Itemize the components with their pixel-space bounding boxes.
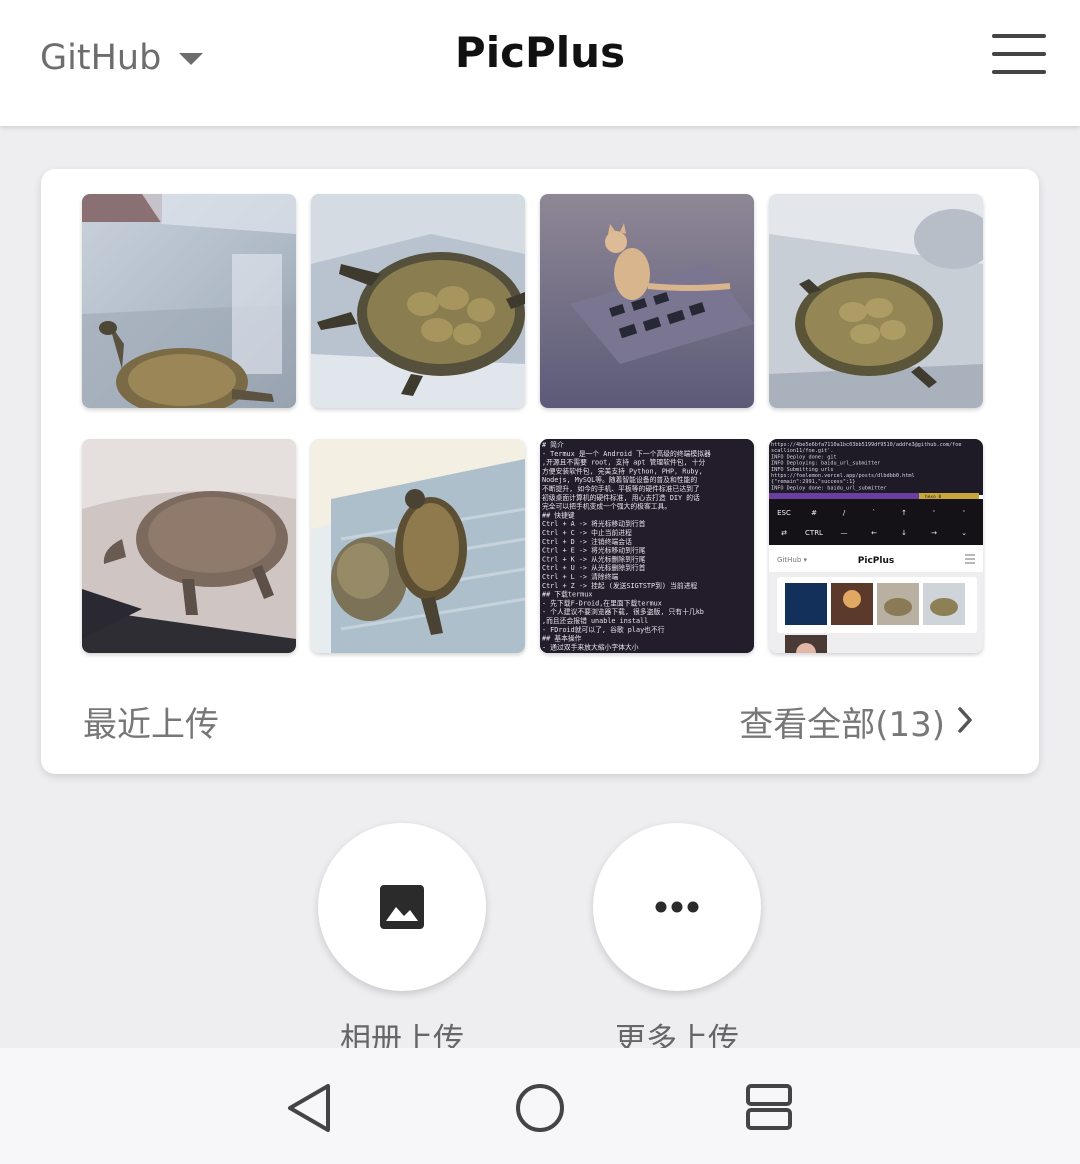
termux-log-line: INFO Deploy done: baidu_url_submitter [771,485,887,491]
more-dots-icon [655,901,699,913]
termux-note-line: Ctrl + A -> 将光标移动到行首 [542,519,646,528]
termux-log-line: https://4be5e6bfa7110a1bc03bb5199df9510/… [771,442,962,448]
photo-thumbnail[interactable]: # 简介 - Termux 是一个 Android 下一个高级的终端模拟器 ,开源且… [540,439,754,653]
termux-note-line: 完全可以把手机变成一个强大的极客工具。 [542,502,671,511]
termux-log-line: scallion11/foe.git'. [771,448,833,454]
termux-extra-key: — [841,529,848,537]
recent-uploads-label: 最近上传 [83,705,219,745]
termux-extra-key: → [931,529,937,537]
termux-note-line: 初级桌面计算机的硬件标准, 用心去打造 DIY 的话 [542,493,700,502]
termux-note-line: ,而且还会报错 unable install [542,616,648,625]
termux-extra-key: ⌄ [961,529,967,537]
chevron-right-icon[interactable] [955,705,975,735]
termux-extra-key: ↑ [901,509,907,517]
termux-note-line: - FDroid就可以了, 谷歌 play也不行 [542,625,665,634]
termux-extra-key: ↓ [901,529,907,537]
termux-picplus-screenshot: https://4be5e6bfa7110a1bc03bb5199df9510/… [769,439,983,653]
termux-extra-key: ` [872,509,876,517]
view-all-label: 查看全部(13) [739,705,945,745]
back-triangle-icon[interactable] [284,1082,334,1134]
view-all-link[interactable]: 查看全部(13) [739,697,945,746]
system-navigation-bar [0,1048,1080,1164]
photo-thumbnail[interactable] [769,194,983,408]
termux-note-line: 方便安装软件包, 完美支持 Python, PHP, Ruby, [542,466,703,475]
termux-extra-key: ⇄ [781,529,787,537]
app-bar: GitHub PicPlus [0,0,1080,126]
turtle-in-basin-photo [769,194,983,408]
termux-note-line: - 个人建议不要浏览器下载, 很多盗版, 只有十几kb [542,607,704,616]
termux-note-line: Ctrl + U -> 从光标删除到行首 [542,563,646,572]
termux-note-line: Ctrl + Z -> 挂起 (发送SIGTSTP到) 当前进程 [542,581,697,590]
termux-log-line: INFO Deploying: baidu_url_submitter [771,461,880,467]
termux-note-line: ## 下载termux [542,590,592,599]
termux-note-line: - 通过双手来放大缩小字体大小 [542,642,639,651]
termux-note-line: - 先下载F-Droid,在里面下载termux [542,598,662,607]
image-icon [380,885,424,929]
termux-notes-screenshot: # 简介- Termux 是一个 Android 下一个高级的终端模拟器,开源且… [540,439,754,653]
two-turtles-on-tray-photo [311,439,525,653]
termux-extra-key: ' [963,509,965,517]
termux-note-line: # 简介 [542,440,564,449]
termux-note-line: ## 基本操作 [542,634,582,643]
termux-note-line: Nodejs, MySQL等。随着智能设备的普及和性能的 [542,475,697,484]
termux-log-line: https://foelemon.vercel.app/posts/dlbdbb… [771,473,915,479]
termux-note-line: ,开源且不需要 root, 支持 apt 管理软件包, 十分 [542,458,706,467]
photo-thumbnail[interactable] [540,194,754,408]
recents-square-icon[interactable] [744,1082,794,1132]
termux-extra-key: # [811,509,817,517]
termux-log-line: INFO Deploy done: git [771,454,837,460]
termux-note-line: - Termux 是一个 Android 下一个高级的终端模拟器 [542,449,711,458]
turtle-in-water-tub-photo [311,194,525,408]
termux-note-line: Ctrl + D -> 注销终端会话 [542,537,632,546]
termux-extra-key: ESC [777,509,791,517]
termux-extra-key: ← [871,529,877,537]
cat-on-drain-grate-photo [540,194,754,408]
more-upload-button[interactable] [593,823,761,991]
termux-log-line: INFO Submitting urls [771,467,833,473]
app-title: PicPlus [454,28,626,77]
turtle-behind-glass-photo [82,439,296,653]
termux-note-line: Ctrl + C -> 中止当前进程 [542,528,632,537]
termux-note-line: Ctrl + K -> 从光标删除到行尾 [542,554,646,563]
turtle-in-plastic-box-photo [82,194,296,408]
photo-thumbnail[interactable] [311,439,525,653]
photo-thumbnail[interactable] [311,194,525,408]
mini-account-label: GitHub ▾ [777,556,807,564]
termux-extra-key: ' [933,509,935,517]
photo-thumbnail[interactable] [82,439,296,653]
mini-app-title: PicPlus [858,556,894,566]
termux-note-line: ## 快捷键 [542,510,575,519]
hamburger-menu-icon[interactable] [992,32,1046,78]
recent-uploads-card: # 简介 - Termux 是一个 Android 下一个高级的终端模拟器 ,开源且… [41,169,1039,774]
album-upload-button[interactable] [318,823,486,991]
photo-thumbnail[interactable] [82,194,296,408]
home-circle-icon[interactable] [514,1082,566,1134]
termux-note-line: Ctrl + L -> 清除终端 [542,572,618,581]
termux-note-line: Ctrl + E -> 将光标移动到行尾 [542,546,646,555]
termux-extra-key: CTRL [805,529,823,537]
photo-thumbnail[interactable]: https://4be5e6bfa7110a1bc03bb5199df9510/… [769,439,983,653]
termux-note-line: 不断提升, 如今的手机、平板等的硬件标准已达到了 [542,484,700,493]
termux-log-line: {"remain":2991,"success":1} [771,479,855,485]
